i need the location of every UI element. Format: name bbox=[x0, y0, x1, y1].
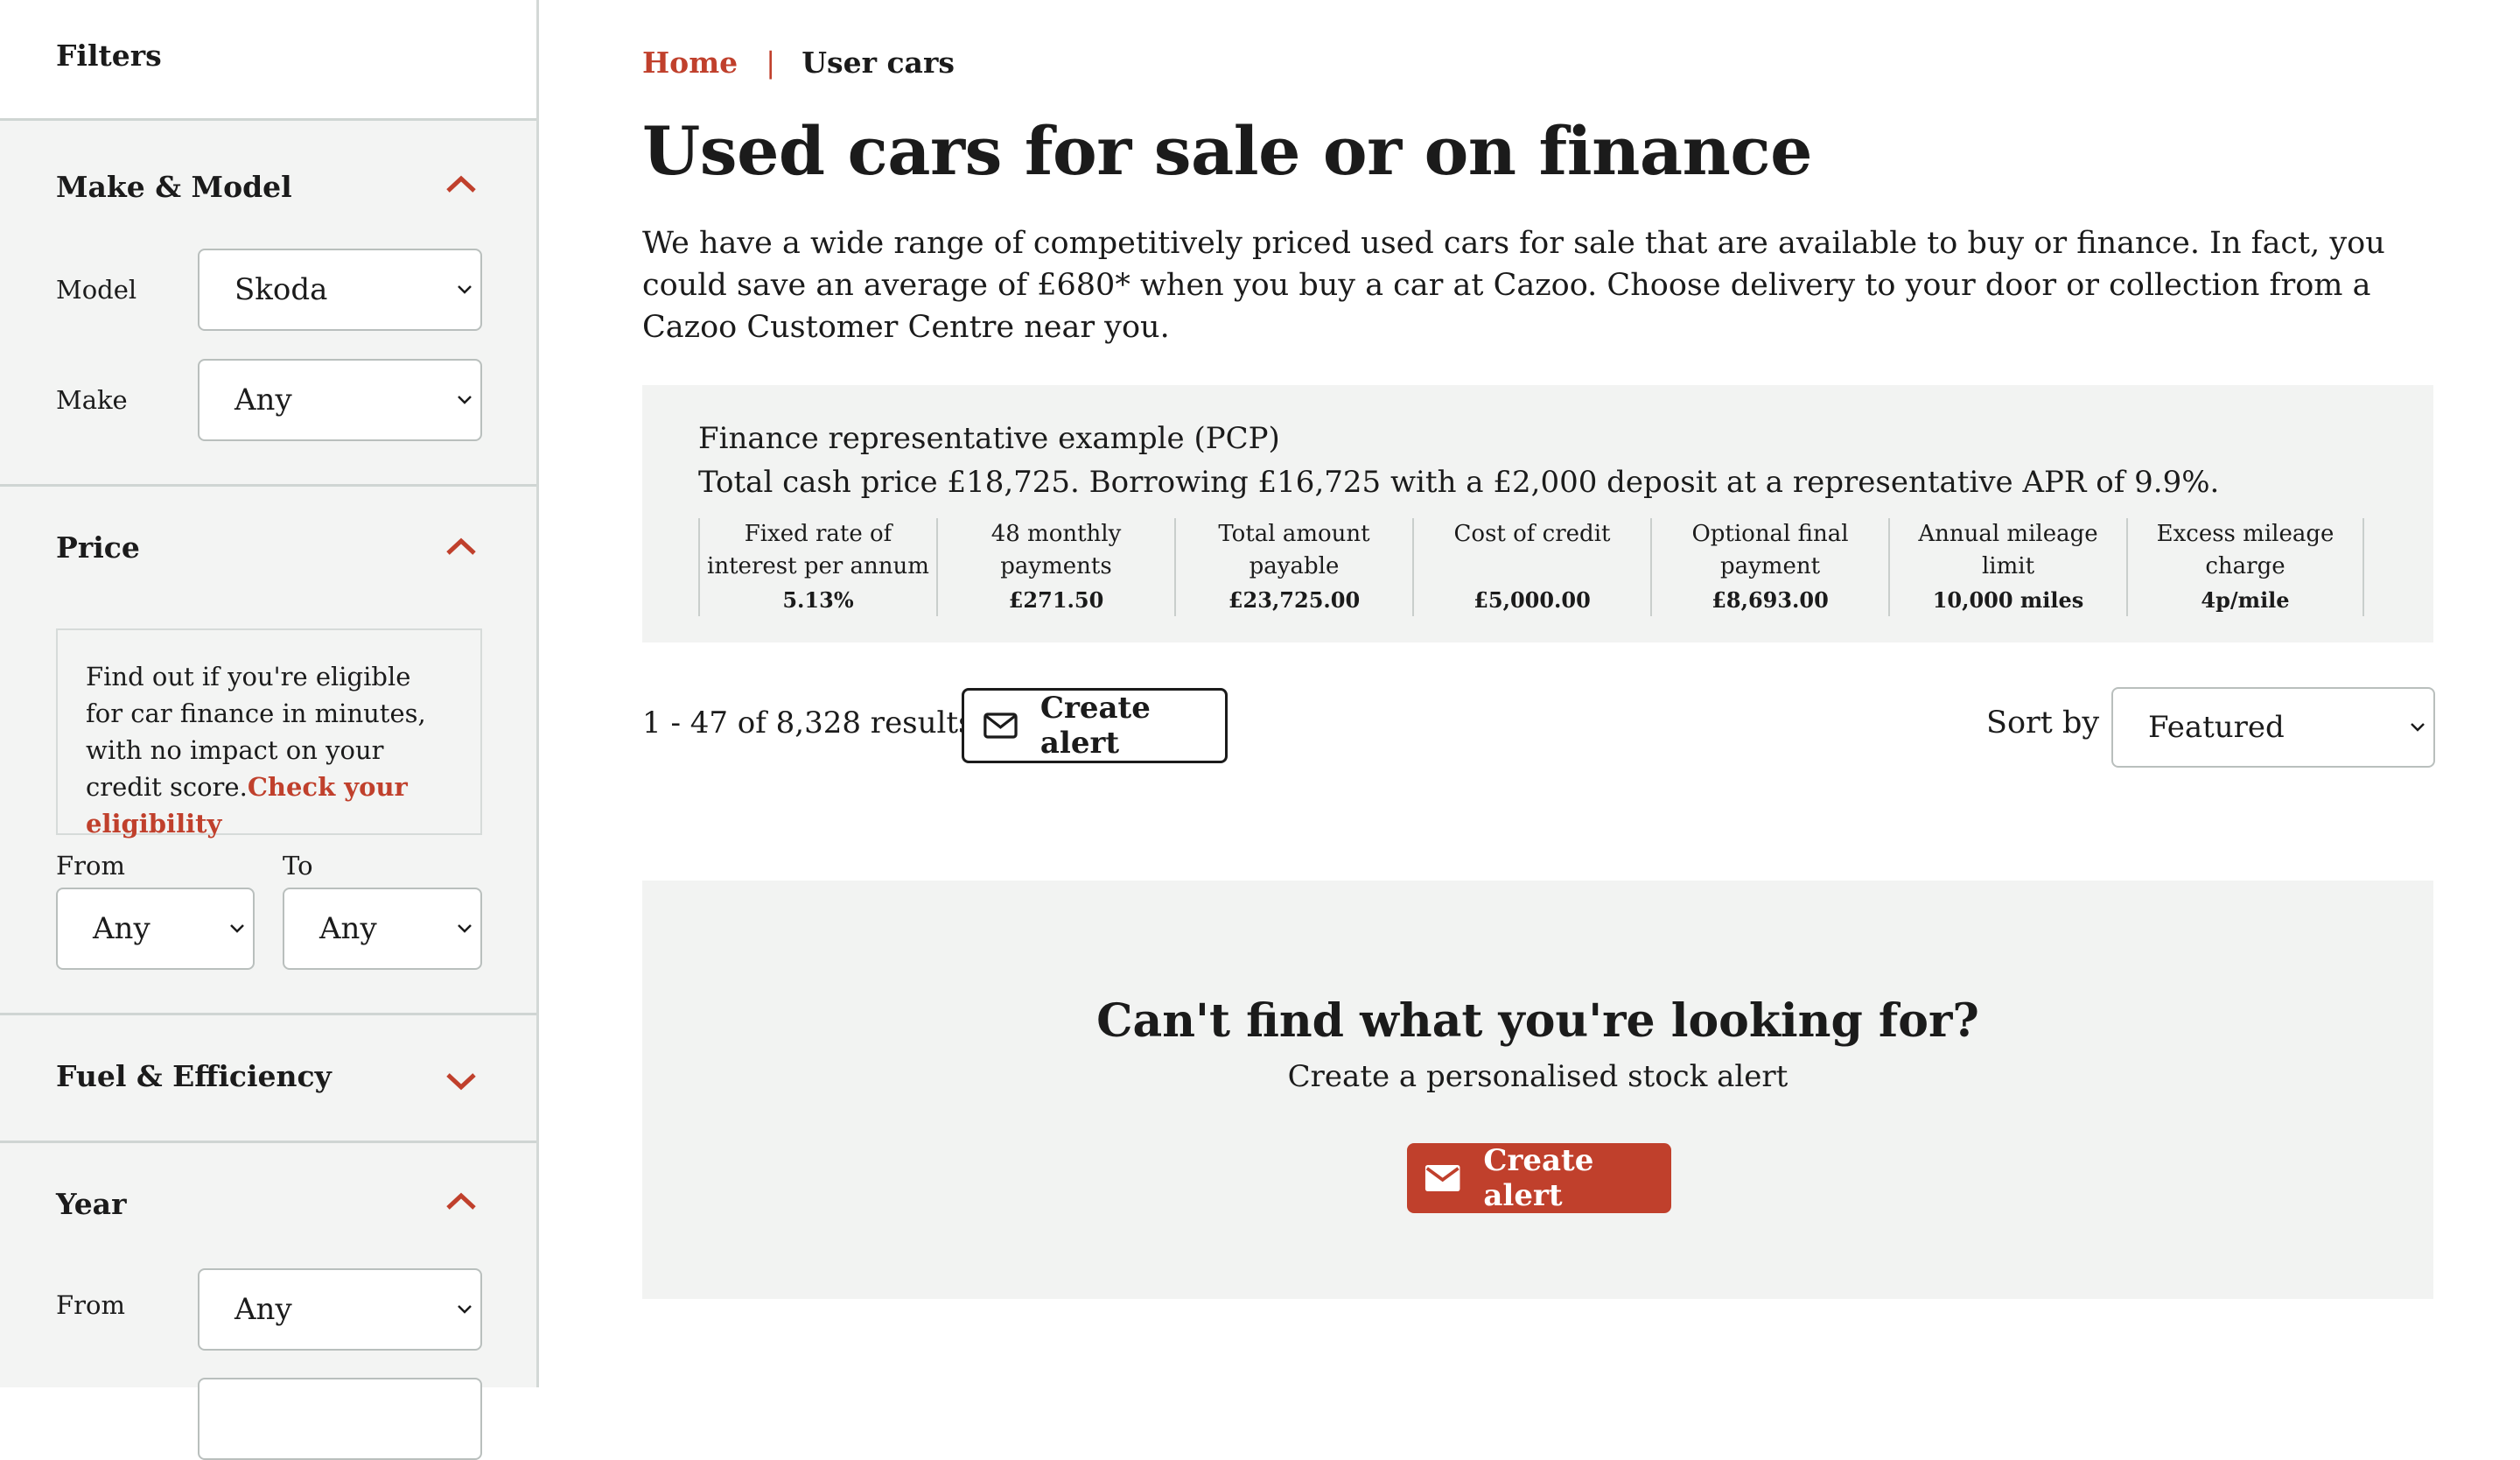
fuel-efficiency-toggle[interactable]: Fuel & Efficiency bbox=[56, 1059, 332, 1093]
finance-col-value: 10,000 miles bbox=[1932, 587, 2084, 613]
chevron-up-icon[interactable] bbox=[444, 1190, 478, 1211]
sort-select[interactable]: Featured bbox=[2111, 687, 2435, 768]
finance-col-label: Cost of credit bbox=[1453, 521, 1611, 547]
finance-col-label: Annual mileage limit bbox=[1918, 521, 2098, 579]
fuel-efficiency-section: Fuel & Efficiency bbox=[0, 1015, 536, 1143]
envelope-icon bbox=[1424, 1164, 1460, 1192]
finance-col: Total amount payable £23,725.00 bbox=[1174, 518, 1412, 616]
finance-summary: Total cash price £18,725. Borrowing £16,… bbox=[698, 465, 2220, 500]
price-from-select[interactable]: Any bbox=[56, 888, 255, 970]
page-title: Used cars for sale or on finance bbox=[642, 112, 1812, 190]
finance-example-panel: Finance representative example (PCP) Tot… bbox=[642, 385, 2433, 642]
finance-col-value: £5,000.00 bbox=[1474, 587, 1591, 613]
chevron-up-icon[interactable] bbox=[444, 536, 478, 557]
model-label: Model bbox=[56, 275, 137, 305]
finance-col-label: Total amount payable bbox=[1218, 521, 1370, 579]
finance-col-value: 5.13% bbox=[782, 587, 854, 613]
finance-heading: Finance representative example (PCP) bbox=[698, 421, 1280, 456]
breadcrumb-current: User cars bbox=[802, 46, 955, 80]
chevron-down-icon bbox=[458, 1305, 472, 1314]
filters-title: Filters bbox=[0, 0, 536, 121]
chevron-down-icon[interactable] bbox=[444, 1070, 478, 1091]
price-to-select[interactable]: Any bbox=[283, 888, 482, 970]
finance-col-label: Optional final payment bbox=[1691, 521, 1849, 579]
model-select[interactable]: Skoda bbox=[198, 249, 482, 331]
chevron-up-icon[interactable] bbox=[444, 173, 478, 194]
make-select[interactable]: Any bbox=[198, 359, 482, 441]
price-from-value: Any bbox=[93, 911, 150, 946]
stock-alert-panel: Can't find what you're looking for? Crea… bbox=[642, 881, 2433, 1299]
finance-eligibility-box: Find out if you're eligible for car fina… bbox=[56, 628, 482, 839]
price-to-label: To bbox=[283, 851, 313, 881]
sort-select-value: Featured bbox=[2148, 710, 2285, 745]
create-alert-label: Create alert bbox=[1040, 691, 1151, 761]
price-section: Price Find out if you're eligible for ca… bbox=[0, 487, 536, 1015]
sort-label: Sort by bbox=[1986, 705, 2100, 741]
finance-col-value: 4p/mile bbox=[2201, 587, 2290, 613]
year-from-select[interactable]: Any bbox=[198, 1268, 482, 1351]
chevron-down-icon bbox=[2411, 723, 2425, 732]
model-select-value: Skoda bbox=[234, 272, 328, 307]
chevron-down-icon bbox=[230, 924, 244, 933]
chevron-down-icon bbox=[458, 396, 472, 404]
stock-alert-button-label: Create alert bbox=[1483, 1143, 1594, 1213]
stock-alert-button[interactable]: Create alert bbox=[1407, 1143, 1671, 1213]
finance-col: 48 monthly payments £271.50 bbox=[936, 518, 1174, 616]
finance-col: Optional final payment £8,693.00 bbox=[1650, 518, 1888, 616]
finance-text: Finance representative example (PCP) Tot… bbox=[698, 417, 2219, 504]
finance-col: Fixed rate of interest per annum 5.13% bbox=[698, 518, 936, 616]
chevron-down-icon bbox=[458, 285, 472, 294]
stock-alert-subheading: Create a personalised stock alert bbox=[1287, 1059, 1788, 1094]
create-alert-button[interactable]: Create alert bbox=[962, 688, 1228, 763]
finance-col: Annual mileage limit 10,000 miles bbox=[1888, 518, 2126, 616]
year-from-value: Any bbox=[234, 1292, 292, 1327]
breadcrumb-home-link[interactable]: Home bbox=[642, 46, 738, 80]
envelope-icon bbox=[984, 712, 1018, 739]
chevron-down-icon bbox=[458, 924, 472, 933]
finance-col-label: Fixed rate of interest per annum bbox=[707, 521, 929, 579]
year-from-label: From bbox=[56, 1290, 125, 1320]
finance-col-label: Excess mileage charge bbox=[2156, 521, 2334, 579]
price-to-value: Any bbox=[319, 911, 377, 946]
price-toggle[interactable]: Price bbox=[56, 530, 140, 565]
finance-col-value: £8,693.00 bbox=[1712, 587, 1829, 613]
year-to-select[interactable] bbox=[198, 1378, 482, 1460]
year-section: Year From Any bbox=[0, 1143, 536, 1460]
make-model-toggle[interactable]: Make & Model bbox=[56, 170, 292, 204]
finance-col-value: £23,725.00 bbox=[1228, 587, 1361, 613]
page-intro: We have a wide range of competitively pr… bbox=[642, 226, 2385, 345]
breadcrumb-separator: | bbox=[766, 46, 776, 80]
finance-columns: Fixed rate of interest per annum 5.13% 48… bbox=[698, 518, 2364, 616]
results-count: 1 - 47 of 8,328 results bbox=[642, 705, 974, 741]
make-model-section: Make & Model Model Skoda Make Any bbox=[0, 121, 536, 487]
finance-col-label: 48 monthly payments bbox=[990, 521, 1122, 579]
breadcrumb: Home | User cars bbox=[642, 46, 955, 80]
price-from-label: From bbox=[56, 851, 125, 881]
stock-alert-heading: Can't find what you're looking for? bbox=[1096, 994, 1979, 1048]
finance-col: Cost of credit £5,000.00 bbox=[1412, 518, 1650, 616]
finance-col: Excess mileage charge 4p/mile bbox=[2126, 518, 2364, 616]
make-label: Make bbox=[56, 385, 128, 415]
make-select-value: Any bbox=[234, 383, 292, 418]
year-toggle[interactable]: Year bbox=[56, 1187, 126, 1221]
filters-sidebar: Filters Make & Model Model Skoda Make An… bbox=[0, 0, 539, 1460]
finance-col-value: £271.50 bbox=[1008, 587, 1104, 613]
